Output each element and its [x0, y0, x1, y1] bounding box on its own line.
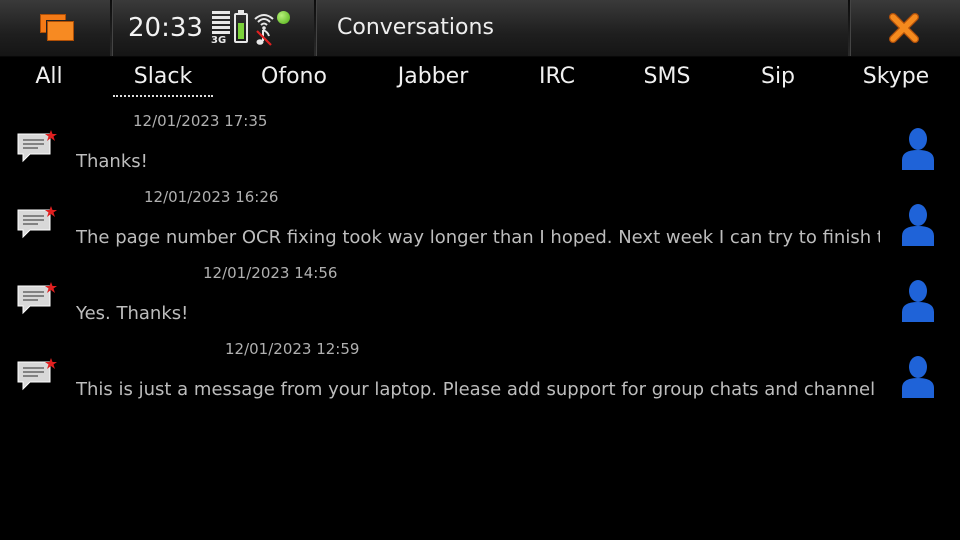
- battery-level: [238, 22, 244, 39]
- tab-all[interactable]: All: [35, 62, 62, 92]
- tab-irc[interactable]: IRC: [539, 62, 575, 92]
- tab-slack[interactable]: Slack: [134, 62, 192, 92]
- unread-message-icon: [17, 282, 57, 315]
- contact-avatar-icon[interactable]: [900, 126, 936, 170]
- message-timestamp: 12/01/2023 16:26: [144, 188, 279, 206]
- tab-skype[interactable]: Skype: [863, 62, 929, 92]
- contact-avatar-icon[interactable]: [900, 278, 936, 322]
- list-item[interactable]: 12/01/2023 17:35 Thanks!: [0, 108, 960, 184]
- list-item[interactable]: 12/01/2023 14:56 Yes. Thanks!: [0, 260, 960, 336]
- close-button[interactable]: [850, 0, 960, 56]
- battery-icon: [234, 13, 248, 43]
- signal-strength-icon: [212, 11, 230, 37]
- unread-message-icon: [17, 206, 57, 239]
- list-item[interactable]: 12/01/2023 12:59 This is just a message …: [0, 336, 960, 412]
- message-preview: Yes. Thanks!: [76, 303, 189, 324]
- tab-ofono[interactable]: Ofono: [261, 62, 327, 92]
- mute-icon: [256, 29, 272, 46]
- message-preview: The page number OCR fixing took way long…: [76, 227, 880, 248]
- message-timestamp: 12/01/2023 14:56: [203, 264, 338, 282]
- message-preview: Thanks!: [76, 151, 148, 172]
- presence-online-icon[interactable]: [277, 11, 290, 24]
- app-title[interactable]: Conversations: [337, 12, 494, 44]
- message-preview: This is just a message from your laptop.…: [76, 379, 880, 400]
- selected-tab-indicator: [113, 95, 213, 97]
- message-timestamp: 12/01/2023 17:35: [133, 112, 268, 130]
- task-switcher-button[interactable]: [0, 0, 110, 56]
- list-item[interactable]: 12/01/2023 16:26 The page number OCR fix…: [0, 184, 960, 260]
- contact-avatar-icon[interactable]: [900, 354, 936, 398]
- conversation-list: 12/01/2023 17:35 Thanks! 12/01/2023 16:2…: [0, 108, 960, 408]
- close-icon: [889, 13, 919, 43]
- status-bar: 20:33 3G Conversations: [0, 0, 960, 57]
- unread-message-icon: [17, 358, 57, 391]
- tab-jabber[interactable]: Jabber: [398, 62, 468, 92]
- tab-sip[interactable]: Sip: [761, 62, 795, 92]
- message-timestamp: 12/01/2023 12:59: [225, 340, 360, 358]
- clock: 20:33: [128, 13, 203, 43]
- tab-sms[interactable]: SMS: [644, 62, 691, 92]
- divider: [110, 0, 113, 56]
- divider: [314, 0, 317, 56]
- contact-avatar-icon[interactable]: [900, 202, 936, 246]
- unread-message-icon: [17, 130, 57, 163]
- network-type-label: 3G: [211, 35, 227, 46]
